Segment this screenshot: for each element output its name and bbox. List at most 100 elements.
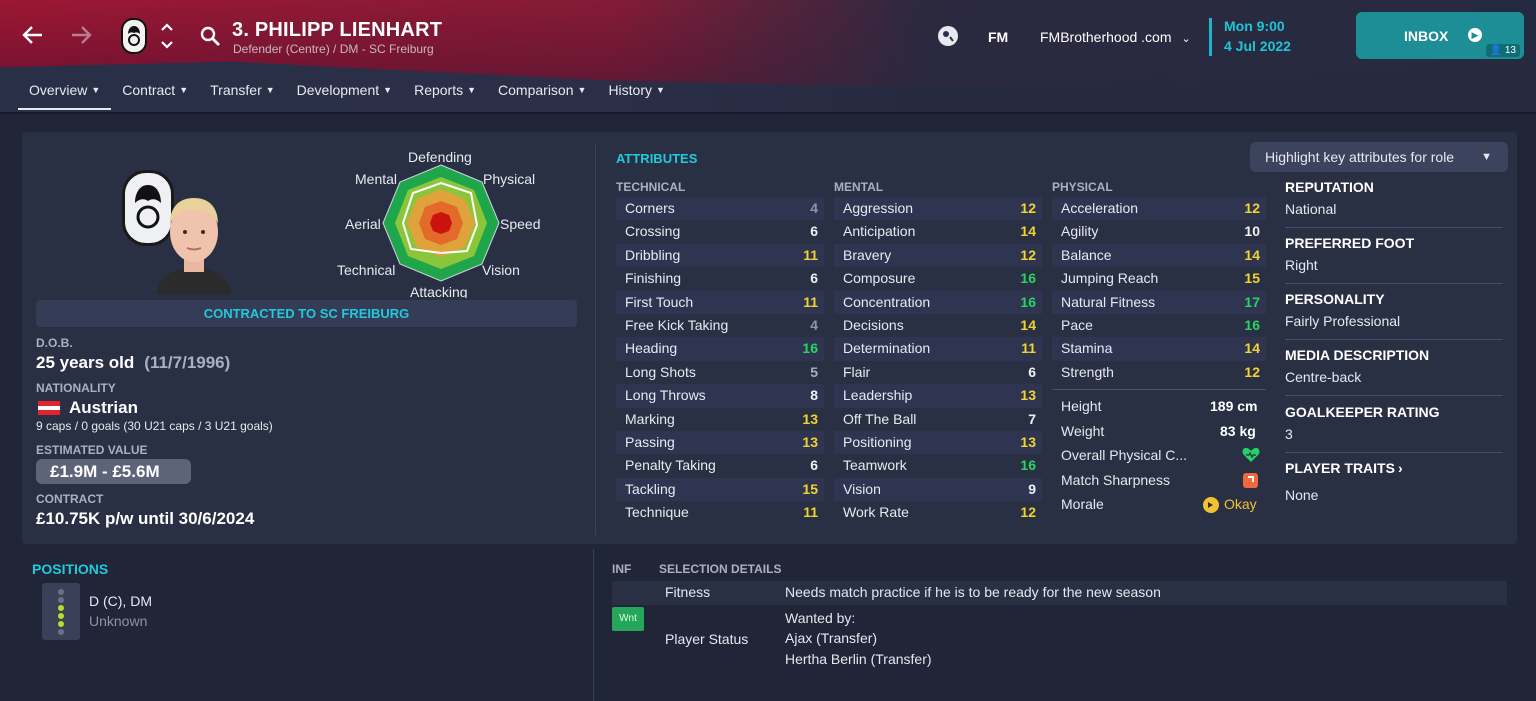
- attribute-name: Pace: [1061, 316, 1093, 333]
- wanted-by-label: Wanted by:: [785, 610, 856, 626]
- chevron-down-icon: ▼: [1481, 151, 1492, 163]
- attribute-row[interactable]: Bravery 12: [834, 243, 1042, 268]
- attribute-row[interactable]: Concentration 16: [834, 290, 1042, 314]
- nationality-value[interactable]: Austrian: [69, 398, 138, 418]
- attribute-row[interactable]: Determination 11: [834, 337, 1042, 361]
- attribute-row[interactable]: Dribbling 11: [616, 243, 824, 268]
- tab-contract[interactable]: Contract ▼: [111, 78, 199, 112]
- back-arrow-icon[interactable]: [22, 22, 44, 52]
- attribute-value: 14: [1244, 340, 1260, 357]
- attribute-row[interactable]: Crossing 6: [616, 220, 824, 243]
- mental-header: MENTAL: [834, 180, 884, 194]
- inbox-button[interactable]: INBOX ▶ 👤 13: [1356, 12, 1524, 59]
- attribute-value: 12: [1020, 200, 1036, 216]
- attribute-value: 16: [1020, 457, 1036, 474]
- wanted-club[interactable]: Ajax (Transfer): [785, 630, 877, 646]
- attribute-value: 12: [1244, 200, 1260, 216]
- attribute-value: 16: [1244, 316, 1260, 333]
- fitness-value: Needs match practice if he is to be read…: [785, 584, 1161, 600]
- player-switch-chevrons-icon[interactable]: [160, 21, 174, 56]
- attribute-row[interactable]: Long Throws 8: [616, 384, 824, 408]
- account-menu[interactable]: FMBrotherhood .com ⌄: [1040, 29, 1191, 45]
- tab-overview[interactable]: Overview ▼: [18, 78, 112, 112]
- highlight-attributes-dropdown[interactable]: Highlight key attributes for role ▼: [1250, 142, 1508, 172]
- attribute-row[interactable]: Heading 16: [616, 337, 824, 361]
- wanted-badge[interactable]: Wnt: [612, 607, 644, 631]
- caps-value: 9 caps / 0 goals (30 U21 caps / 3 U21 go…: [36, 419, 273, 433]
- attribute-row[interactable]: Positioning 13: [834, 430, 1042, 455]
- attribute-row[interactable]: Composure 16: [834, 267, 1042, 290]
- tab-history[interactable]: History ▼: [597, 78, 675, 112]
- attribute-row[interactable]: Penalty Taking 6: [616, 454, 824, 477]
- attribute-row[interactable]: Long Shots 5: [616, 361, 824, 384]
- attribute-row[interactable]: Leadership 13: [834, 384, 1042, 408]
- attribute-row[interactable]: Balance 14: [1052, 243, 1266, 268]
- game-date: 4 Jul 2022: [1224, 38, 1291, 54]
- attribute-row[interactable]: Decisions 14: [834, 314, 1042, 337]
- chevron-down-icon: ▼: [91, 85, 101, 95]
- overall-physical-label: Overall Physical C...: [1061, 447, 1188, 463]
- attribute-row[interactable]: Strength 12: [1052, 361, 1266, 384]
- attribute-row[interactable]: Technique 11: [616, 501, 824, 524]
- fm-logo[interactable]: FM: [988, 29, 1008, 45]
- attribute-row[interactable]: Vision 9: [834, 477, 1042, 502]
- dob-label: D.O.B.: [36, 336, 73, 350]
- attribute-name: Technique: [625, 504, 689, 521]
- sharpness-icon[interactable]: [1243, 473, 1258, 488]
- wanted-club[interactable]: Hertha Berlin (Transfer): [785, 651, 932, 667]
- attribute-row[interactable]: Finishing 6: [616, 267, 824, 290]
- attribute-row[interactable]: Marking 13: [616, 408, 824, 431]
- attribute-row[interactable]: Passing 13: [616, 430, 824, 455]
- estimated-value-label: ESTIMATED VALUE: [36, 443, 148, 457]
- positions-primary: D (C), DM: [89, 593, 152, 609]
- attribute-row[interactable]: Stamina 14: [1052, 337, 1266, 361]
- club-crest-icon[interactable]: [121, 18, 147, 54]
- attribute-value: 4: [810, 200, 818, 216]
- attribute-row[interactable]: Natural Fitness 17: [1052, 290, 1266, 314]
- tab-development[interactable]: Development ▼: [286, 78, 403, 112]
- attribute-row[interactable]: Agility 10: [1052, 220, 1266, 243]
- attribute-row[interactable]: First Touch 11: [616, 290, 824, 314]
- attribute-row[interactable]: Flair 6: [834, 361, 1042, 384]
- weight-value: 83 kg: [1220, 423, 1256, 439]
- attribute-name: Composure: [843, 270, 916, 287]
- attribute-name: First Touch: [625, 293, 694, 310]
- preferred-foot-block: PREFERRED FOOT Right: [1285, 235, 1415, 273]
- globe-icon[interactable]: [938, 26, 958, 46]
- attribute-row[interactable]: Teamwork 16: [834, 454, 1042, 477]
- height-label: Height: [1061, 398, 1102, 414]
- attribute-row[interactable]: Free Kick Taking 4: [616, 314, 824, 337]
- inbox-count-badge: 👤 13: [1485, 44, 1520, 57]
- forward-arrow-icon[interactable]: [70, 22, 92, 52]
- mental-attributes: Aggression 12 Anticipation 14 Bravery 12 Compo…: [834, 197, 1042, 524]
- attribute-row[interactable]: Corners 4: [616, 197, 824, 221]
- tab-transfer[interactable]: Transfer ▼: [199, 78, 286, 112]
- attribute-value: 12: [1020, 246, 1036, 263]
- attribute-name: Aggression: [843, 200, 914, 216]
- attribute-value: 17: [1244, 293, 1260, 310]
- attribute-value: 6: [1028, 363, 1036, 380]
- attribute-row[interactable]: Pace 16: [1052, 314, 1266, 337]
- attribute-row[interactable]: Off The Ball 7: [834, 408, 1042, 431]
- physical-attributes: Acceleration 12 Agility 10 Balance 14 Jumping …: [1052, 197, 1266, 384]
- estimated-value: £1.9M - £5.6M: [36, 459, 191, 484]
- tab-comparison[interactable]: Comparison ▼: [487, 78, 597, 112]
- morale-icon[interactable]: [1203, 497, 1219, 513]
- attribute-name: Agility: [1061, 223, 1099, 240]
- attribute-row[interactable]: Work Rate 12: [834, 501, 1042, 524]
- player-traits-block[interactable]: PLAYER TRAITS › None: [1285, 460, 1503, 509]
- attribute-value: 14: [1020, 316, 1036, 333]
- contract-status-banner: CONTRACTED TO SC FREIBURG: [36, 300, 577, 327]
- player-subtitle: Defender (Centre) / DM - SC Freiburg: [233, 42, 434, 56]
- attribute-name: Natural Fitness: [1061, 293, 1156, 310]
- tab-bar: Overview ▼ Contract ▼ Transfer ▼ Developmen…: [18, 78, 676, 112]
- search-icon[interactable]: [199, 25, 221, 52]
- attribute-row[interactable]: Anticipation 14: [834, 220, 1042, 243]
- attribute-value: 12: [1244, 363, 1260, 380]
- heart-icon[interactable]: [1242, 447, 1260, 468]
- attribute-row[interactable]: Jumping Reach 15: [1052, 267, 1266, 290]
- tab-reports[interactable]: Reports ▼: [403, 78, 487, 112]
- attribute-row[interactable]: Tackling 15: [616, 477, 824, 502]
- attribute-row[interactable]: Aggression 12: [834, 197, 1042, 221]
- attribute-row[interactable]: Acceleration 12: [1052, 197, 1266, 221]
